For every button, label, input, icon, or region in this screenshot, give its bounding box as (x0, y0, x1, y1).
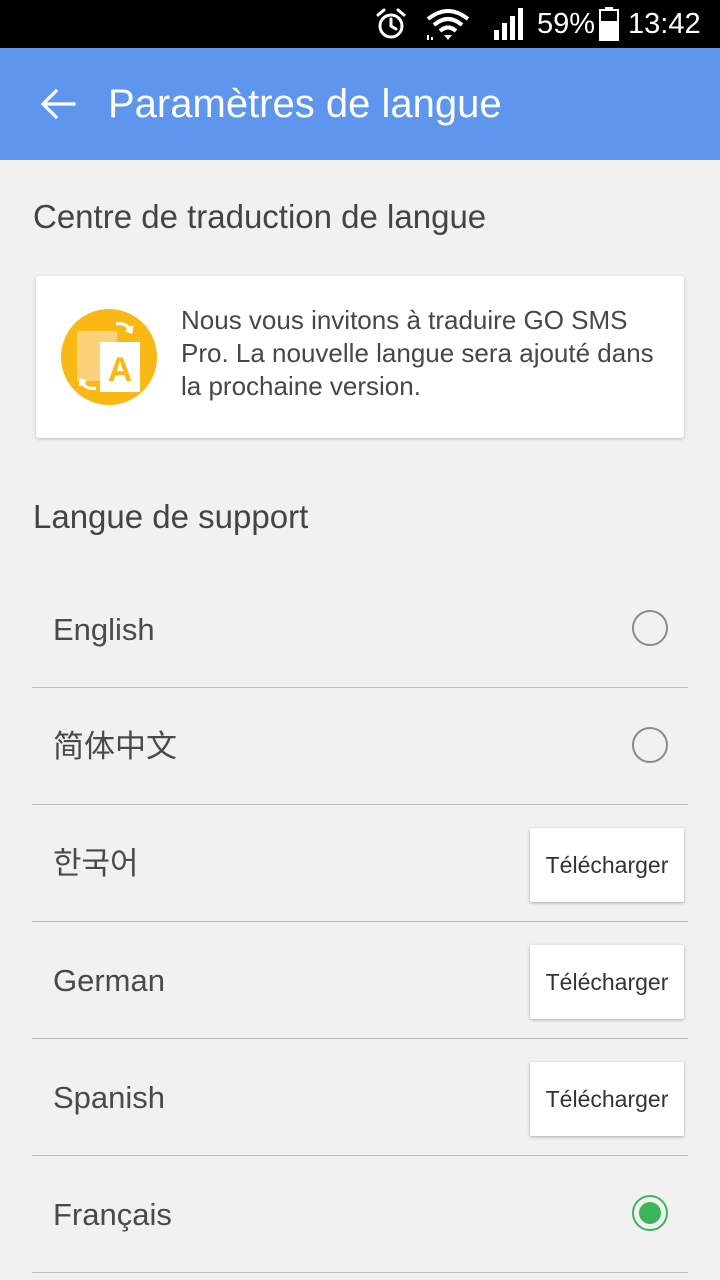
language-label: 한국어 (53, 846, 139, 881)
radio-selected-dot (639, 1202, 661, 1224)
app-bar: Paramètres de langue (0, 48, 720, 160)
status-bar: 59% 13:42 (0, 0, 720, 48)
language-radio[interactable] (632, 610, 668, 646)
download-button[interactable]: Télécharger (530, 828, 684, 902)
wifi-icon (424, 0, 474, 48)
language-label: Spanish (53, 1080, 166, 1115)
language-row-german: German Télécharger (32, 923, 688, 1039)
language-radio[interactable] (632, 727, 668, 763)
language-row-chinese[interactable]: 简体中文 (32, 689, 688, 805)
language-row-french[interactable]: Français (32, 1157, 688, 1273)
back-button[interactable] (30, 76, 86, 132)
divider (32, 1155, 688, 1156)
translation-center-header: Centre de traduction de langue (33, 198, 487, 235)
language-row-korean: 한국어 Télécharger (32, 806, 688, 922)
signal-icon (492, 0, 526, 48)
language-label: English (53, 612, 155, 647)
status-clock: 13:42 (628, 7, 701, 40)
download-button[interactable]: Télécharger (530, 1062, 684, 1136)
arrow-left-icon (40, 88, 76, 120)
download-button[interactable]: Télécharger (530, 945, 684, 1019)
language-label: Français (53, 1197, 172, 1232)
language-label: 简体中文 (53, 729, 177, 764)
divider (32, 921, 688, 922)
divider (32, 1272, 688, 1273)
translate-icon: A (60, 308, 158, 406)
language-settings-screen: 59% 13:42 Paramètres de langue Centre de… (0, 0, 720, 1280)
language-row-english[interactable]: English (32, 572, 688, 688)
divider (32, 1038, 688, 1039)
svg-text:A: A (108, 351, 133, 389)
alarm-icon (374, 0, 410, 48)
language-radio-selected[interactable] (632, 1195, 668, 1231)
divider (32, 804, 688, 805)
battery-percent: 59% (537, 7, 596, 40)
divider (32, 687, 688, 688)
supported-languages-header: Langue de support (33, 498, 309, 535)
translation-invite-text: Nous vous invitons à traduire GO SMS Pro… (181, 305, 654, 401)
language-row-spanish: Spanish Télécharger (32, 1040, 688, 1156)
page-title: Paramètres de langue (108, 82, 502, 126)
battery-icon (598, 0, 620, 48)
language-label: German (53, 963, 165, 998)
translation-invite-card[interactable]: A Nous vous invitons à traduire GO SMS P… (36, 276, 684, 438)
